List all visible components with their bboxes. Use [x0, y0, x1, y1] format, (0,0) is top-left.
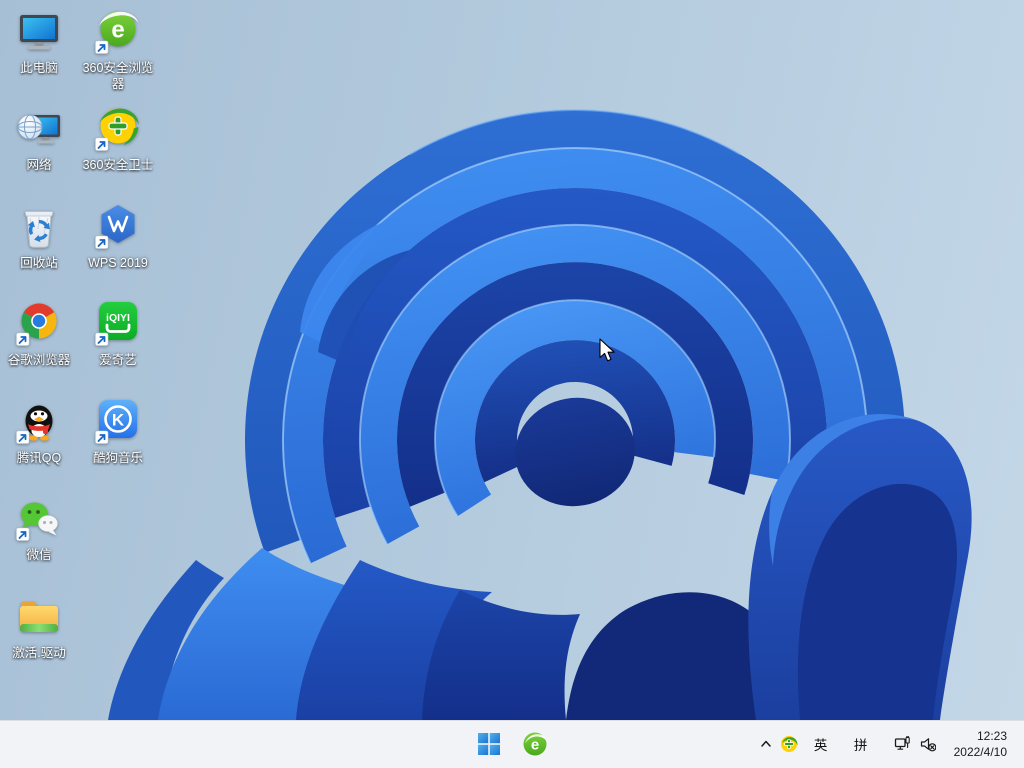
- 360-browser-e-icon: e: [523, 732, 548, 756]
- desktop-icon-label: 网络: [26, 158, 52, 172]
- desktop: 此电脑 网络 回收站 谷歌浏览器 腾讯QQ 微信 激活.驱动 e 360安全浏览…: [0, 0, 1024, 720]
- desktop-icon-wps[interactable]: WPS 2019: [79, 203, 157, 271]
- 360-safety-tray-icon: [780, 736, 798, 752]
- shortcut-arrow-overlay: [95, 332, 109, 346]
- recycle-bin-icon: [24, 211, 54, 248]
- tray-360-safety-button[interactable]: [778, 724, 800, 764]
- desktop-icon-label: 谷歌浏览器: [7, 353, 71, 367]
- desktop-icon-qq[interactable]: 腾讯QQ: [0, 398, 78, 466]
- system-tray: 英 拼 12:23 2022/4/10: [754, 720, 1024, 768]
- desktop-icon-this-pc[interactable]: 此电脑: [0, 8, 78, 76]
- shortcut-arrow-overlay: [16, 527, 30, 541]
- tray-chevron-up-button[interactable]: [754, 724, 778, 764]
- ime-method-indicator[interactable]: 拼: [848, 724, 874, 764]
- desktop-icon-360-safety[interactable]: 360安全卫士: [79, 105, 157, 173]
- shortcut-arrow-overlay: [95, 235, 109, 249]
- network-icon: [17, 114, 60, 144]
- svg-text:e: e: [111, 17, 124, 44]
- desktop-icon-activation-driver-folder[interactable]: 激活.驱动: [0, 593, 78, 661]
- desktop-icon-recycle-bin[interactable]: 回收站: [0, 203, 78, 271]
- wps-icon: [95, 205, 135, 249]
- folder-icon: [20, 602, 58, 632]
- desktop-icon-label: 360安全卫士: [82, 158, 154, 172]
- speaker-muted-icon: [920, 738, 936, 752]
- desktop-icon-label: 此电脑: [20, 61, 58, 75]
- kugou-icon: K: [95, 400, 137, 444]
- 360-browser-icon: e: [95, 11, 139, 54]
- desktop-icon-chrome[interactable]: 谷歌浏览器: [0, 300, 78, 368]
- clock-time: 12:23: [976, 729, 1007, 743]
- taskbar-clock[interactable]: 12:23 2022/4/10: [950, 726, 1011, 762]
- ime-language-indicator[interactable]: 英: [808, 724, 834, 764]
- desktop-icon-label: 爱奇艺: [99, 353, 137, 367]
- shortcut-arrow-overlay: [95, 40, 109, 54]
- clock-date: 2022/4/10: [953, 745, 1007, 759]
- shortcut-arrow-overlay: [95, 137, 109, 151]
- start-button[interactable]: [469, 724, 509, 764]
- desktop-icon-label: WPS 2019: [88, 256, 148, 270]
- taskbar-360-browser-button[interactable]: e: [515, 724, 555, 764]
- windows-logo-icon: [478, 733, 500, 755]
- this-pc-icon: [20, 15, 58, 50]
- chevron-up-icon: [760, 740, 771, 747]
- tray-volume-muted-button[interactable]: [916, 724, 940, 764]
- taskbar-center-group: e: [469, 720, 555, 768]
- iqiyi-icon: iQIYI: [95, 302, 137, 346]
- desktop-icon-network[interactable]: 网络: [0, 105, 78, 173]
- tray-network-button[interactable]: [890, 724, 914, 764]
- qq-penguin-icon: [16, 405, 53, 444]
- shortcut-arrow-overlay: [16, 332, 30, 346]
- svg-text:e: e: [531, 737, 539, 754]
- desktop-icon-label: 微信: [26, 548, 52, 562]
- svg-text:iQIYI: iQIYI: [106, 312, 130, 324]
- taskbar: e 英 拼 12:23 2022/4/10: [0, 720, 1024, 768]
- desktop-icon-label: 360安全浏览器: [82, 61, 154, 91]
- desktop-icon-label: 回收站: [20, 256, 58, 270]
- shortcut-arrow-overlay: [16, 430, 30, 444]
- desktop-icon-label: 酷狗音乐: [92, 451, 143, 465]
- desktop-icon-wechat[interactable]: 微信: [0, 495, 78, 563]
- shortcut-arrow-overlay: [95, 430, 109, 444]
- desktop-icon-iqiyi[interactable]: iQIYI 爱奇艺: [79, 300, 157, 368]
- ethernet-network-icon: [894, 736, 910, 750]
- chrome-icon: [16, 303, 57, 346]
- desktop-icon-label: 腾讯QQ: [16, 451, 62, 465]
- 360-safety-icon: [95, 108, 139, 151]
- desktop-icon-kugou[interactable]: K 酷狗音乐: [79, 398, 157, 466]
- desktop-icon-360-browser[interactable]: e 360安全浏览器: [79, 8, 157, 92]
- desktop-icon-label: 激活.驱动: [12, 646, 66, 660]
- svg-text:K: K: [112, 411, 125, 430]
- wechat-icon: [16, 502, 58, 541]
